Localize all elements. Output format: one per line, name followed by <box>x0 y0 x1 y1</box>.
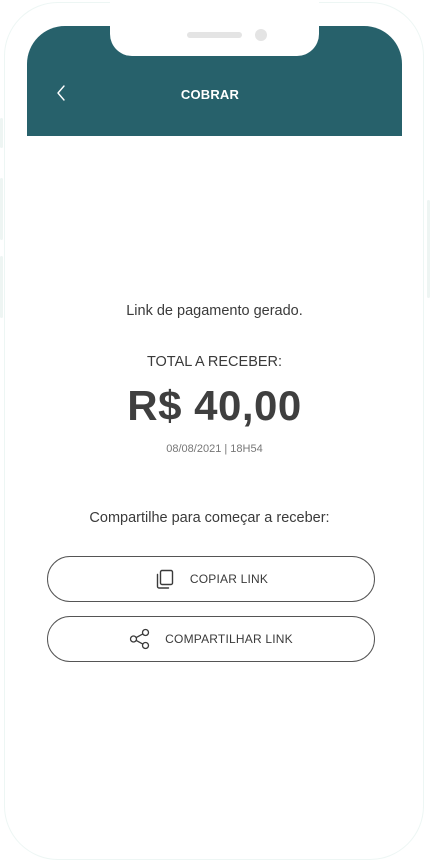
phone-side-button <box>0 178 3 240</box>
page-title: COBRAR <box>180 87 240 102</box>
share-prompt: Compartilhe para começar a receber: <box>89 510 330 526</box>
copy-link-label: COPIAR LINK <box>189 572 269 586</box>
payment-datetime: 08/08/2021 | 18H54 <box>166 443 263 455</box>
share-icon <box>129 628 151 650</box>
back-button[interactable] <box>52 82 72 104</box>
phone-camera <box>255 29 267 41</box>
chevron-left-icon <box>57 85 65 101</box>
total-amount: R$ 40,00 <box>127 382 302 429</box>
copy-icon <box>154 568 176 590</box>
phone-side-button <box>0 256 3 318</box>
phone-speaker <box>187 32 242 38</box>
share-link-button[interactable]: COMPARTILHAR LINK <box>47 616 375 662</box>
payment-link-generated-text: Link de pagamento gerado. <box>126 303 303 319</box>
copy-link-button[interactable]: COPIAR LINK <box>47 556 375 602</box>
total-label: TOTAL A RECEBER: <box>146 354 283 370</box>
phone-side-button <box>0 118 3 148</box>
phone-notch <box>110 0 319 56</box>
share-link-label: COMPARTILHAR LINK <box>165 632 293 646</box>
